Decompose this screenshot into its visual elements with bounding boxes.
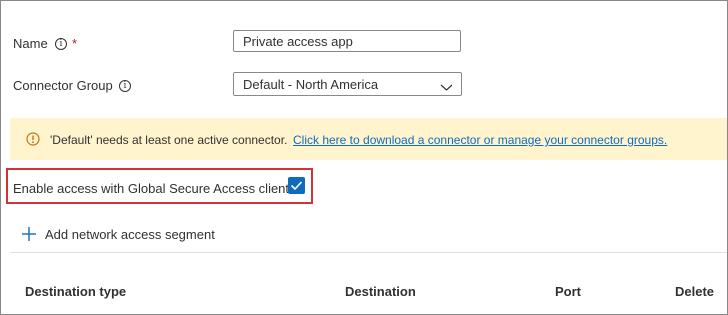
add-segment-label: Add network access segment — [45, 227, 215, 242]
connector-group-label: Connector Group — [13, 78, 113, 93]
connector-group-dropdown[interactable]: Default - North America — [233, 72, 462, 96]
info-icon[interactable]: i — [119, 80, 131, 92]
plus-icon — [21, 226, 37, 247]
column-header-delete: Delete — [675, 284, 715, 299]
gsa-checkbox[interactable] — [288, 177, 305, 194]
divider — [10, 252, 727, 253]
name-input[interactable] — [233, 30, 461, 52]
required-asterisk: * — [72, 36, 78, 51]
download-connector-link[interactable]: Click here to download a connector or ma… — [293, 133, 667, 147]
connector-group-value: Default - North America — [243, 77, 379, 92]
chevron-down-icon — [440, 79, 453, 97]
warning-message-bar: 'Default' needs at least one active conn… — [10, 118, 727, 160]
warning-icon — [26, 132, 40, 151]
column-header-destination-type: Destination type — [25, 284, 127, 299]
column-header-port: Port — [555, 284, 581, 299]
gsa-checkbox-label: Enable access with Global Secure Access … — [13, 181, 290, 196]
column-header-destination: Destination — [345, 284, 416, 299]
warning-text: 'Default' needs at least one active conn… — [50, 133, 288, 147]
app-frame: Name i * Connector Group i Default - Nor… — [0, 0, 728, 315]
info-icon[interactable]: i — [55, 38, 67, 50]
name-label: Name — [13, 36, 48, 51]
